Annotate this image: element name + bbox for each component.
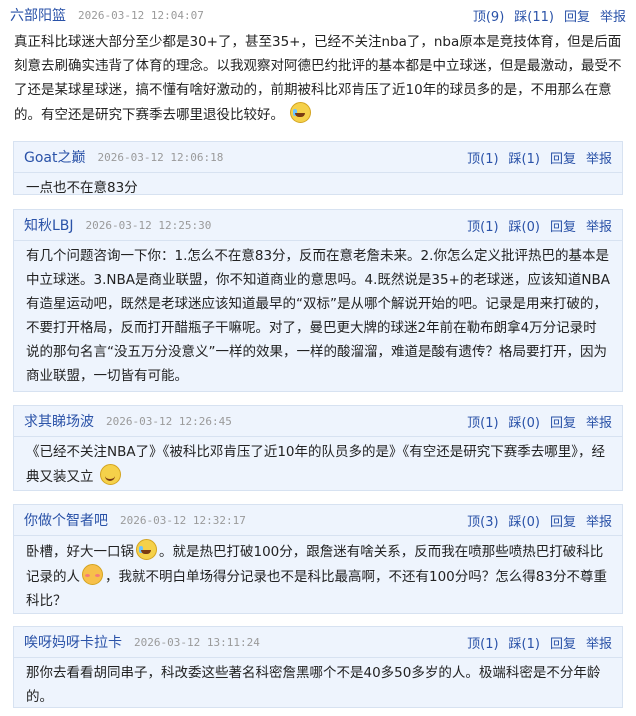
- report-button[interactable]: 举报: [586, 633, 612, 652]
- timestamp: 2026-03-12 12:25:30: [85, 218, 212, 232]
- reply-header: 知秋LBJ 2026-03-12 12:25:30 顶(1) 踩(0) 回复 举…: [14, 210, 622, 241]
- reply-button[interactable]: 回复: [550, 511, 576, 530]
- reply-item: 求其睇场波 2026-03-12 12:26:45 顶(1) 踩(0) 回复 举…: [13, 405, 623, 491]
- reply-item: 唉呀妈呀卡拉卡 2026-03-12 13:11:24 顶(1) 踩(1) 回复…: [13, 626, 623, 708]
- reply-body: 《已经不关注NBA了》《被科比邓肯压了近10年的队员多的是》《有空还是研究下赛季…: [14, 437, 622, 489]
- downvote-button[interactable]: 踩(11): [514, 6, 554, 25]
- reply-text: ，我就不明白单场得分记录也不是科比最高啊，不还有100分吗？怎么得83分不尊重科…: [26, 569, 607, 609]
- username[interactable]: 六部阳篮: [10, 5, 66, 25]
- report-button[interactable]: 举报: [586, 148, 612, 167]
- report-button[interactable]: 举报: [586, 511, 612, 530]
- reply-text: 有几个问题咨询一下你：1.怎么不在意83分，反而在意老詹未来。2.你怎么定义批评…: [26, 248, 610, 384]
- reply-text: 一点也不在意83分: [26, 180, 138, 196]
- upvote-button[interactable]: 顶(1): [467, 216, 498, 235]
- username[interactable]: 你做个智者吧: [24, 510, 108, 530]
- upvote-button[interactable]: 顶(1): [467, 148, 498, 167]
- timestamp: 2026-03-12 12:26:45: [106, 414, 232, 428]
- crying-face-emoji-icon: [290, 102, 312, 123]
- timestamp: 2026-03-12 12:06:18: [97, 150, 224, 164]
- reply-text: 卧槽，好大一口锅: [26, 544, 134, 560]
- reply-body: 有几个问题咨询一下你：1.怎么不在意83分，反而在意老詹未来。2.你怎么定义批评…: [14, 241, 622, 388]
- downvote-button[interactable]: 踩(0): [509, 216, 540, 235]
- upvote-button[interactable]: 顶(1): [467, 633, 498, 652]
- downvote-button[interactable]: 踩(1): [509, 148, 540, 167]
- reply-item: 知秋LBJ 2026-03-12 12:25:30 顶(1) 踩(0) 回复 举…: [13, 209, 623, 392]
- crying-face-emoji-icon: [136, 539, 157, 560]
- shy-face-emoji-icon: [82, 564, 103, 585]
- username[interactable]: Goat之巅: [24, 147, 85, 167]
- comment-text: 真正科比球迷大部分至少都是30+了，甚至35+，已经不关注nba了，nba原本是…: [14, 34, 622, 123]
- upvote-button[interactable]: 顶(3): [467, 511, 498, 530]
- reply-header: Goat之巅 2026-03-12 12:06:18 顶(1) 踩(1) 回复 …: [14, 142, 622, 173]
- reply-header: 你做个智者吧 2026-03-12 12:32:17 顶(3) 踩(0) 回复 …: [14, 505, 622, 536]
- main-comment: 六部阳篮 2026-03-12 12:04:07 顶(9) 踩(11) 回复 举…: [0, 0, 636, 127]
- reply-item: Goat之巅 2026-03-12 12:06:18 顶(1) 踩(1) 回复 …: [13, 141, 623, 196]
- comment-thread: 六部阳篮 2026-03-12 12:04:07 顶(9) 踩(11) 回复 举…: [0, 0, 636, 716]
- upvote-button[interactable]: 顶(1): [467, 412, 498, 431]
- reply-body: 一点也不在意83分: [14, 173, 622, 200]
- report-button[interactable]: 举报: [586, 216, 612, 235]
- comment-body: 真正科比球迷大部分至少都是30+了，甚至35+，已经不关注nba了，nba原本是…: [0, 30, 636, 127]
- reply-item: 你做个智者吧 2026-03-12 12:32:17 顶(3) 踩(0) 回复 …: [13, 504, 623, 614]
- reply-button[interactable]: 回复: [550, 148, 576, 167]
- smirk-emoji-icon: [99, 464, 121, 485]
- reply-header: 求其睇场波 2026-03-12 12:26:45 顶(1) 踩(0) 回复 举…: [14, 406, 622, 437]
- timestamp: 2026-03-12 12:32:17: [120, 513, 246, 527]
- username[interactable]: 知秋LBJ: [24, 215, 74, 235]
- timestamp: 2026-03-12 12:04:07: [78, 8, 204, 22]
- reply-button[interactable]: 回复: [550, 412, 576, 431]
- report-button[interactable]: 举报: [586, 412, 612, 431]
- reply-button[interactable]: 回复: [550, 216, 576, 235]
- username[interactable]: 求其睇场波: [24, 411, 94, 431]
- upvote-button[interactable]: 顶(9): [473, 6, 504, 25]
- downvote-button[interactable]: 踩(1): [509, 633, 540, 652]
- reply-text: 那你去看看胡同串子，科改委这些著名科密詹黑哪个不是40多50多岁的人。极端科密是…: [26, 665, 601, 705]
- reply-header: 唉呀妈呀卡拉卡 2026-03-12 13:11:24 顶(1) 踩(1) 回复…: [14, 627, 622, 658]
- comment-header: 六部阳篮 2026-03-12 12:04:07 顶(9) 踩(11) 回复 举…: [0, 0, 636, 30]
- timestamp: 2026-03-12 13:11:24: [134, 635, 260, 649]
- reply-body: 卧槽，好大一口锅 。就是热巴打破100分，跟詹迷有啥关系，反而我在喷那些喷热巴打破…: [14, 536, 622, 613]
- username[interactable]: 唉呀妈呀卡拉卡: [24, 632, 122, 652]
- reply-button[interactable]: 回复: [550, 633, 576, 652]
- reply-button[interactable]: 回复: [564, 6, 590, 25]
- reply-body: 那你去看看胡同串子，科改委这些著名科密詹黑哪个不是40多50多岁的人。极端科密是…: [14, 658, 622, 709]
- report-button[interactable]: 举报: [600, 6, 626, 25]
- downvote-button[interactable]: 踩(0): [509, 511, 540, 530]
- downvote-button[interactable]: 踩(0): [509, 412, 540, 431]
